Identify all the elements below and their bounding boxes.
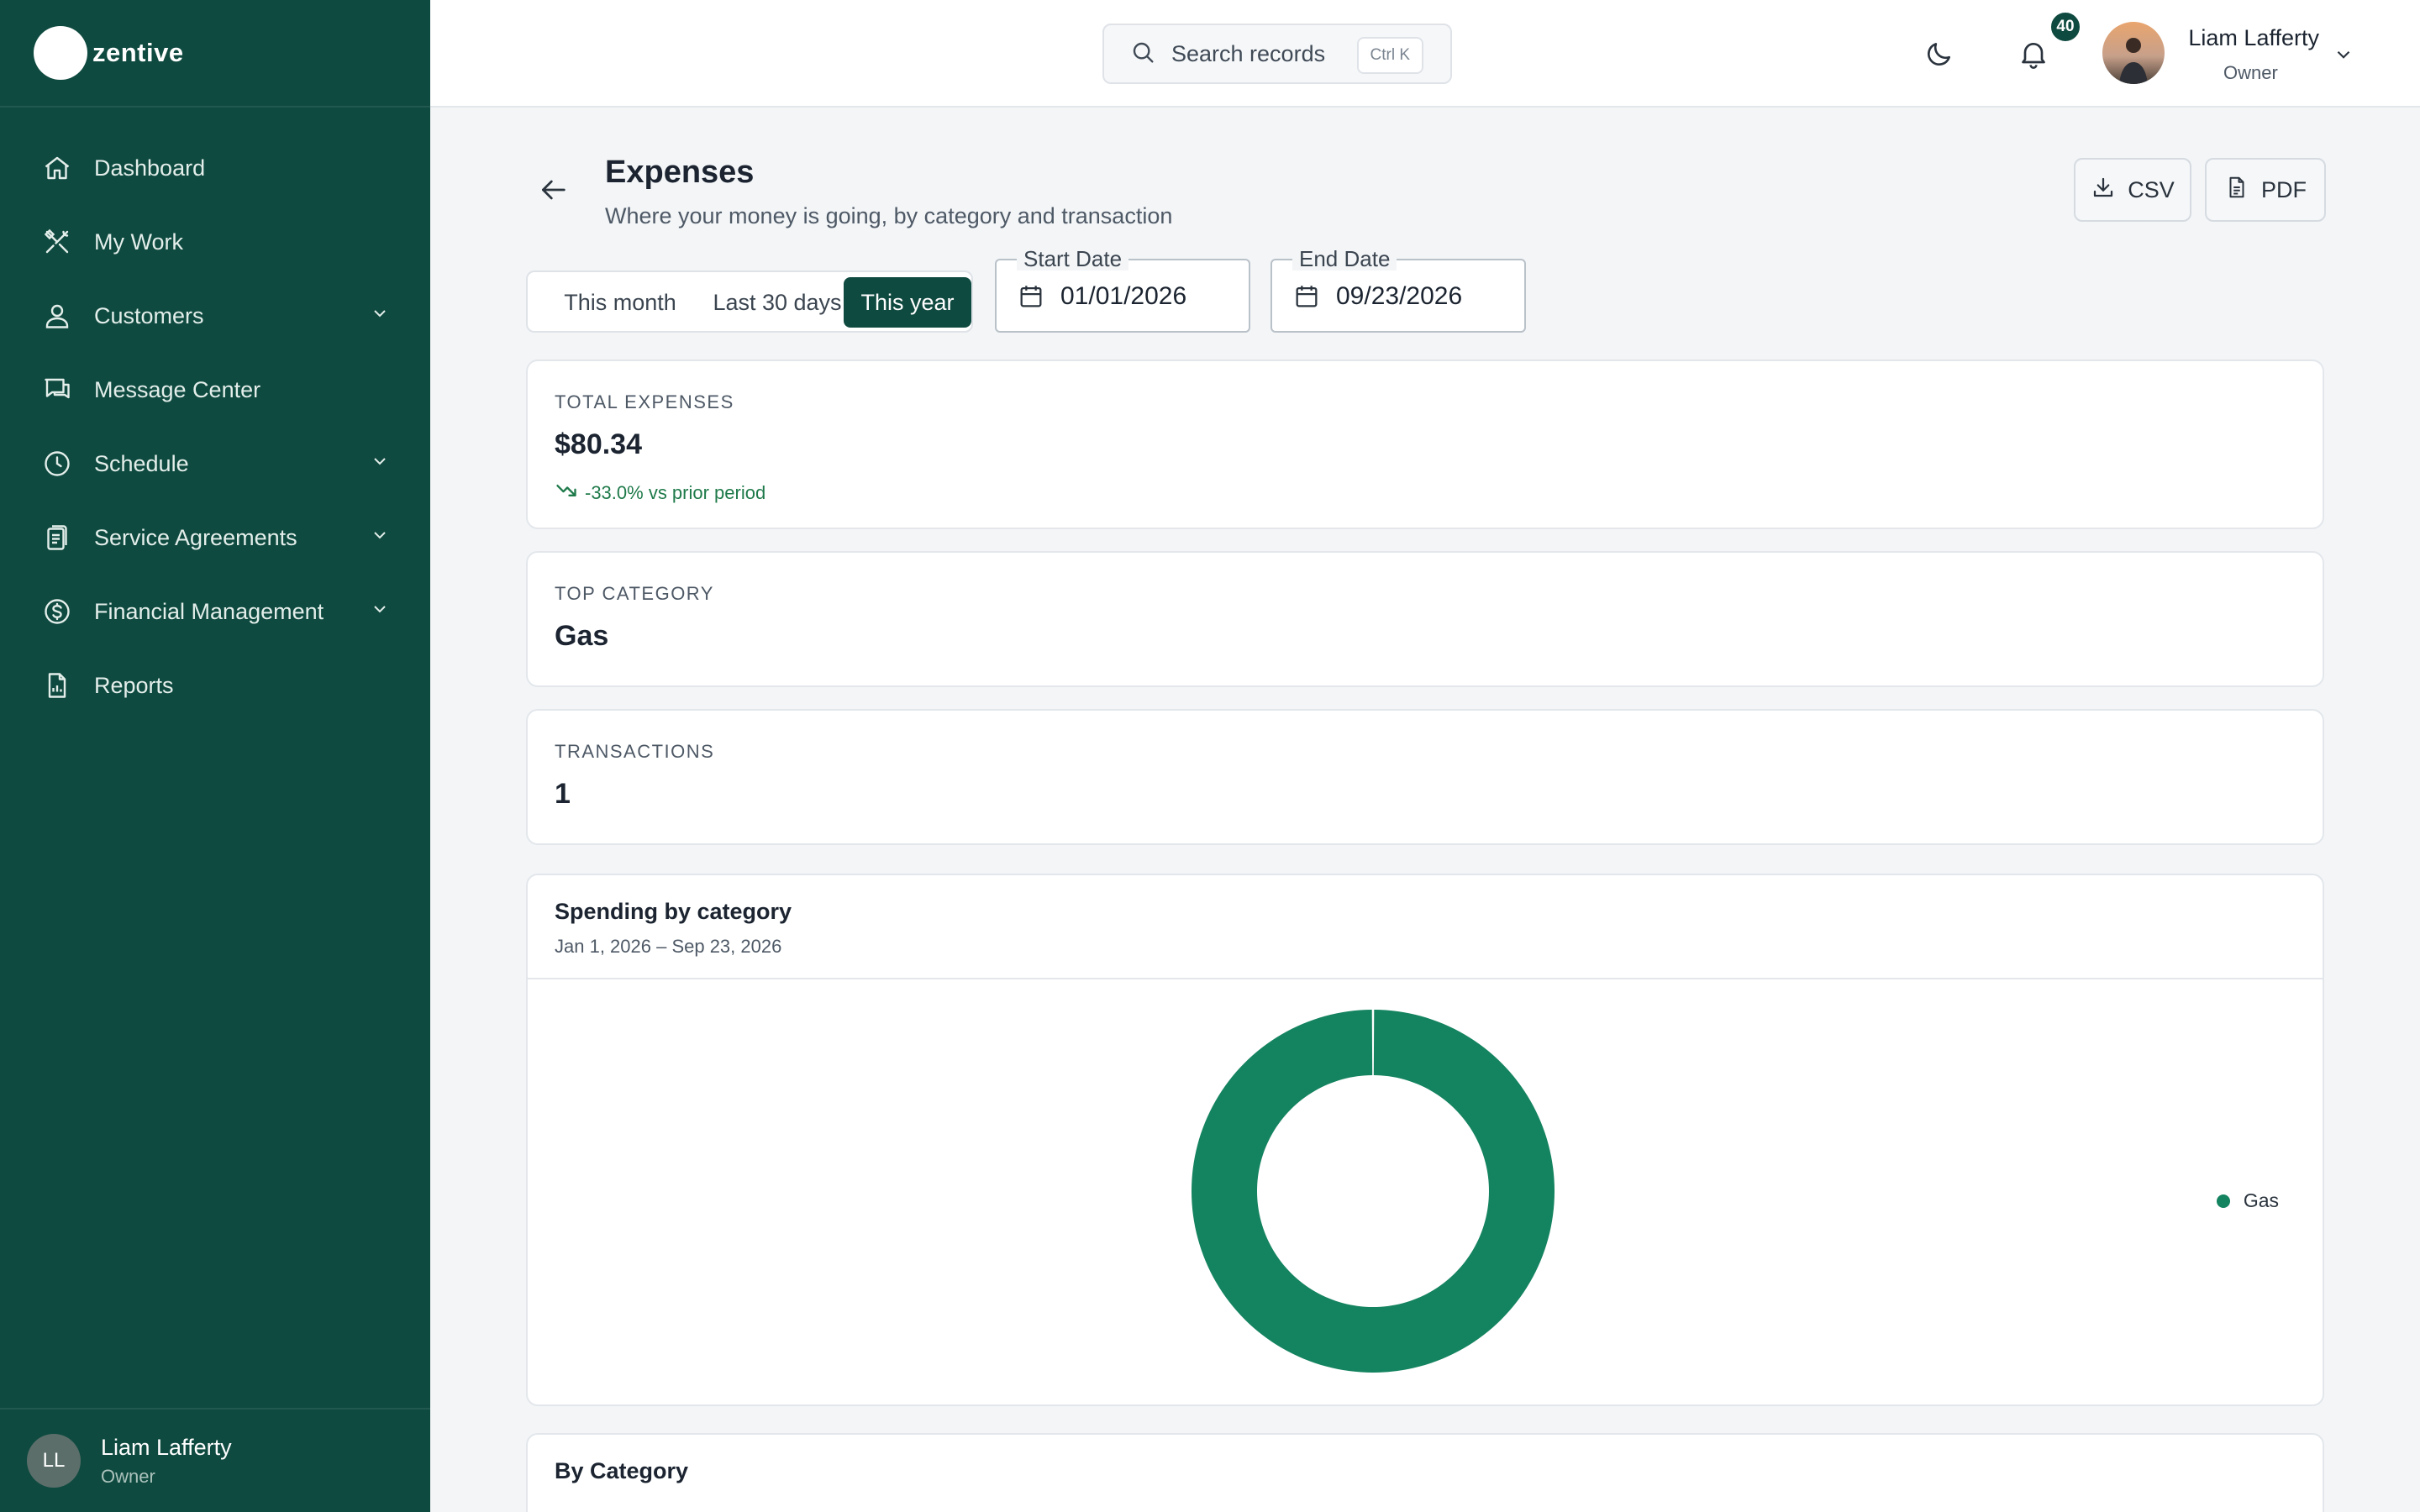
sidebar-user-info: Liam Lafferty Owner: [101, 1435, 232, 1488]
chevron-down-icon[interactable]: [370, 451, 390, 477]
top-category-label: TOP CATEGORY: [555, 583, 714, 604]
transactions-value: 1: [555, 778, 571, 810]
sidebar-item-label: Dashboard: [94, 155, 206, 181]
brand-name: zentive: [92, 38, 184, 67]
sidebar-item-label: Service Agreements: [94, 524, 297, 550]
range-this-year[interactable]: This year: [844, 277, 971, 328]
sidebar-item-customers[interactable]: Customers: [0, 279, 430, 353]
notification-badge: 40: [2049, 10, 2082, 44]
spending-by-category-card: Spending by category Jan 1, 2026 – Sep 2…: [526, 874, 2324, 1406]
chart-area: Gas: [528, 979, 2323, 1404]
chart-header: Spending by category Jan 1, 2026 – Sep 2…: [528, 875, 2323, 979]
start-date-field[interactable]: Start Date 01/01/2026: [995, 247, 1250, 333]
dark-mode-toggle[interactable]: [1923, 37, 1956, 71]
search-icon: [1129, 39, 1156, 70]
range-this-month[interactable]: This month: [536, 277, 704, 328]
end-date-label: End Date: [1292, 247, 1397, 270]
avatar: LL: [27, 1434, 81, 1488]
chart-date-range: Jan 1, 2026 – Sep 23, 2026: [555, 936, 782, 957]
sidebar-item-dashboard[interactable]: Dashboard: [0, 131, 430, 205]
donut-chart: [1192, 1010, 1555, 1373]
date-range-presets: This month Last 30 days This year: [526, 270, 973, 333]
sidebar-item-service-agreements[interactable]: Service Agreements: [0, 501, 430, 575]
sidebar-item-reports[interactable]: Reports: [0, 648, 430, 722]
trend-down-icon: [555, 479, 585, 507]
download-icon: [2091, 175, 2128, 206]
top-category-value: Gas: [555, 620, 609, 652]
total-expenses-card: TOTAL EXPENSES $80.34 -33.0% vs prior pe…: [526, 360, 2324, 529]
chart-legend: Gas: [2216, 1189, 2279, 1212]
sidebar-user-role: Owner: [101, 1465, 155, 1487]
end-date-input[interactable]: 09/23/2026: [1336, 282, 1462, 311]
chat-icon: [40, 373, 74, 407]
sidebar: zentive Dashboard My Work Customers Mess…: [0, 0, 430, 1512]
report-icon: [40, 669, 74, 702]
search-box[interactable]: Search records Ctrl K: [1102, 24, 1452, 84]
donut-slice-gas[interactable]: [1192, 1010, 1555, 1373]
sidebar-item-label: Schedule: [94, 450, 189, 476]
users-icon: [40, 299, 74, 333]
export-csv-button[interactable]: CSV: [2074, 158, 2191, 222]
bell-icon: [2017, 43, 2050, 74]
start-date-label: Start Date: [1017, 247, 1129, 270]
user-role: Owner: [2223, 62, 2278, 83]
sidebar-item-message-center[interactable]: Message Center: [0, 353, 430, 427]
page-subtitle: Where your money is going, by category a…: [605, 203, 1173, 228]
moon-icon: [1923, 43, 1956, 74]
sidebar-item-label: Message Center: [94, 376, 261, 402]
range-last-30-days[interactable]: Last 30 days: [704, 277, 850, 328]
back-arrow-icon[interactable]: [536, 173, 570, 207]
legend-dot: [2216, 1194, 2230, 1208]
clipboard-icon: [40, 521, 74, 554]
sidebar-user-name: Liam Lafferty: [101, 1434, 232, 1460]
sidebar-item-label: Reports: [94, 672, 174, 698]
page-title: Expenses: [605, 155, 755, 190]
delta-text: -33.0% vs prior period: [585, 482, 766, 503]
search-input[interactable]: Search records: [1171, 41, 1325, 67]
top-category-card: TOP CATEGORY Gas: [526, 551, 2324, 687]
total-expenses-value: $80.34: [555, 428, 642, 460]
sidebar-item-label: My Work: [94, 228, 183, 255]
by-category-title: By Category: [555, 1458, 689, 1483]
legend-item[interactable]: Gas: [2216, 1189, 2279, 1212]
notifications-button[interactable]: [2017, 37, 2050, 71]
export-pdf-label: PDF: [2261, 176, 2307, 202]
sidebar-item-financial-management[interactable]: Financial Management: [0, 575, 430, 648]
keyboard-shortcut-hint: Ctrl K: [1356, 37, 1423, 74]
export-pdf-button[interactable]: PDF: [2205, 158, 2326, 222]
tools-icon: [40, 225, 74, 259]
chevron-down-icon[interactable]: [370, 303, 390, 329]
total-expenses-label: TOTAL EXPENSES: [555, 391, 734, 412]
transactions-card: TRANSACTIONS 1: [526, 709, 2324, 845]
start-date-input[interactable]: 01/01/2026: [1060, 282, 1186, 311]
transactions-label: TRANSACTIONS: [555, 741, 715, 762]
chart-title: Spending by category: [555, 899, 792, 924]
legend-label: Gas: [2243, 1189, 2279, 1211]
sidebar-item-label: Financial Management: [94, 598, 324, 624]
sidebar-user[interactable]: LL Liam Lafferty Owner: [0, 1408, 430, 1512]
clock-icon: [40, 447, 74, 480]
chevron-down-icon[interactable]: [370, 599, 390, 625]
brand-logo: [34, 26, 87, 80]
dollar-icon: [40, 595, 74, 628]
user-name[interactable]: Liam Lafferty: [2188, 25, 2319, 51]
sidebar-item-my-work[interactable]: My Work: [0, 205, 430, 279]
home-icon: [40, 151, 74, 185]
export-csv-label: CSV: [2128, 176, 2175, 202]
document-icon: [2224, 175, 2261, 206]
total-expenses-delta: -33.0% vs prior period: [555, 479, 765, 507]
avatar[interactable]: [2102, 22, 2165, 84]
sidebar-nav: Dashboard My Work Customers Message Cent…: [0, 108, 430, 722]
chevron-down-icon[interactable]: [2333, 44, 2354, 66]
brand[interactable]: zentive: [0, 0, 430, 108]
sidebar-item-label: Customers: [94, 302, 204, 328]
sidebar-item-schedule[interactable]: Schedule: [0, 427, 430, 501]
chevron-down-icon[interactable]: [370, 525, 390, 551]
end-date-field[interactable]: End Date 09/23/2026: [1270, 247, 1526, 333]
by-category-card: By Category: [526, 1433, 2324, 1512]
